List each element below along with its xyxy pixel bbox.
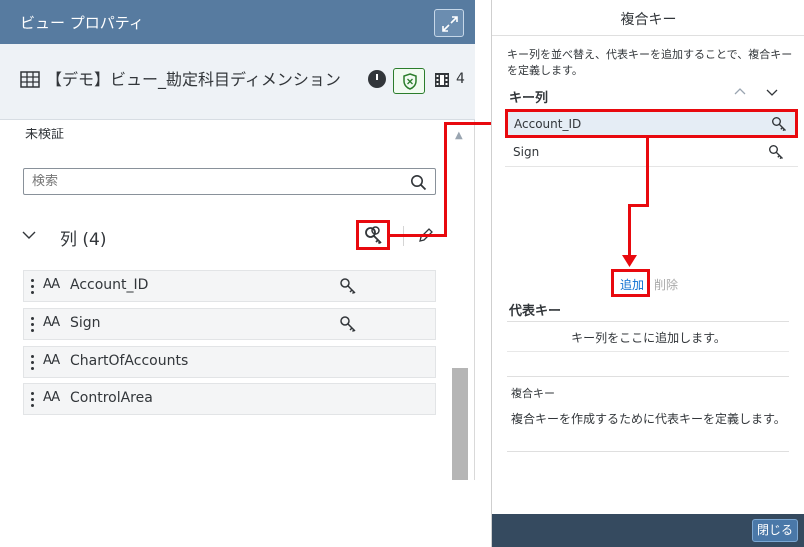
view-info-bar: 【デモ】ビュー_勘定科目ディメンション 4: [0, 44, 475, 120]
key-column-name: Account_ID: [514, 117, 582, 131]
key-columns-heading: キー列: [509, 91, 549, 106]
column-count: 4: [456, 71, 465, 87]
drag-handle-icon[interactable]: [31, 317, 34, 333]
chevron-up-icon[interactable]: ▲: [455, 130, 463, 141]
status-text: 未検証: [25, 127, 65, 142]
view-name: 【デモ】ビュー_勘定科目ディメンション: [46, 70, 341, 89]
composite-key-dialog: 複合キー キー列を並べ替え、代表キーを追加することで、複合キーを定義します。 キ…: [491, 0, 804, 547]
dialog-footer: 閉じる: [492, 514, 804, 547]
key-column-row[interactable]: Account_ID: [505, 109, 798, 138]
callout-line: [444, 122, 447, 237]
key-icon: [772, 117, 786, 132]
chevron-up-icon[interactable]: [734, 87, 746, 97]
callout-line: [390, 234, 446, 237]
chevron-down-icon[interactable]: [766, 87, 778, 97]
remove-button[interactable]: 削除: [654, 276, 678, 293]
callout-line: [646, 138, 649, 206]
callout-line: [444, 122, 496, 125]
add-button-label: 追加: [620, 278, 645, 292]
search-icon[interactable]: [410, 174, 427, 191]
column-name: Account_ID: [70, 277, 149, 293]
callout-line: [628, 204, 631, 257]
divider: [507, 376, 789, 377]
search-field[interactable]: [23, 168, 436, 195]
composite-key-description: 複合キーを作成するために代表キーを定義します。: [511, 412, 786, 426]
string-type-icon: AA: [43, 315, 60, 330]
key-icon: [340, 316, 356, 333]
column-row[interactable]: AA Account_ID: [23, 270, 436, 302]
film-strip-icon: [435, 73, 449, 87]
column-name: ControlArea: [70, 390, 153, 406]
divider: [507, 351, 789, 352]
key-icon: [769, 145, 783, 160]
divider: [492, 35, 804, 36]
clock-icon: [368, 70, 386, 88]
representative-key-heading: 代表キー: [509, 304, 562, 319]
column-row[interactable]: AA ChartOfAccounts: [23, 346, 436, 378]
composite-key-heading: 複合キー: [511, 387, 555, 400]
table-icon: [20, 71, 40, 88]
dialog-title: 複合キー: [620, 12, 677, 28]
close-button[interactable]: 閉じる: [752, 519, 798, 542]
divider: [507, 451, 789, 452]
key-icon: [340, 278, 356, 295]
string-type-icon: AA: [43, 353, 60, 368]
column-name: ChartOfAccounts: [70, 353, 189, 369]
callout-arrowhead: [622, 255, 637, 267]
validation-status-button[interactable]: [393, 68, 425, 94]
dialog-description: キー列を並べ替え、代表キーを追加することで、複合キーを定義します。: [507, 48, 793, 77]
drag-handle-icon[interactable]: [31, 279, 34, 295]
divider: [507, 321, 789, 322]
column-row[interactable]: AA ControlArea: [23, 383, 436, 415]
string-type-icon: AA: [43, 277, 60, 292]
column-row[interactable]: AA Sign: [23, 308, 436, 340]
panel-title: ビュー プロパティ: [20, 14, 144, 32]
panel-header: ビュー プロパティ: [0, 0, 475, 44]
scrollbar[interactable]: [452, 368, 468, 480]
expand-icon: [442, 16, 458, 32]
view-properties-panel: ビュー プロパティ 【デモ】ビュー_勘定科目ディメンション 4 未検証 ▲ 検索…: [0, 0, 475, 480]
column-name: Sign: [70, 315, 101, 331]
string-type-icon: AA: [43, 390, 60, 405]
expand-button[interactable]: [434, 9, 464, 37]
columns-section-title: 列 (4): [60, 230, 107, 250]
drag-handle-icon[interactable]: [31, 392, 34, 408]
chevron-down-icon[interactable]: [22, 230, 36, 240]
search-input[interactable]: [32, 174, 392, 189]
representative-key-dropzone[interactable]: キー列をここに追加します。: [492, 329, 804, 346]
key-column-name: Sign: [513, 145, 540, 159]
callout-line: [628, 204, 649, 207]
key-column-row[interactable]: Sign: [505, 139, 798, 167]
shield-icon: [403, 73, 417, 90]
add-button[interactable]: 追加: [611, 269, 650, 297]
drag-handle-icon[interactable]: [31, 355, 34, 371]
composite-key-button[interactable]: [356, 220, 390, 250]
key-icon: [365, 226, 382, 245]
